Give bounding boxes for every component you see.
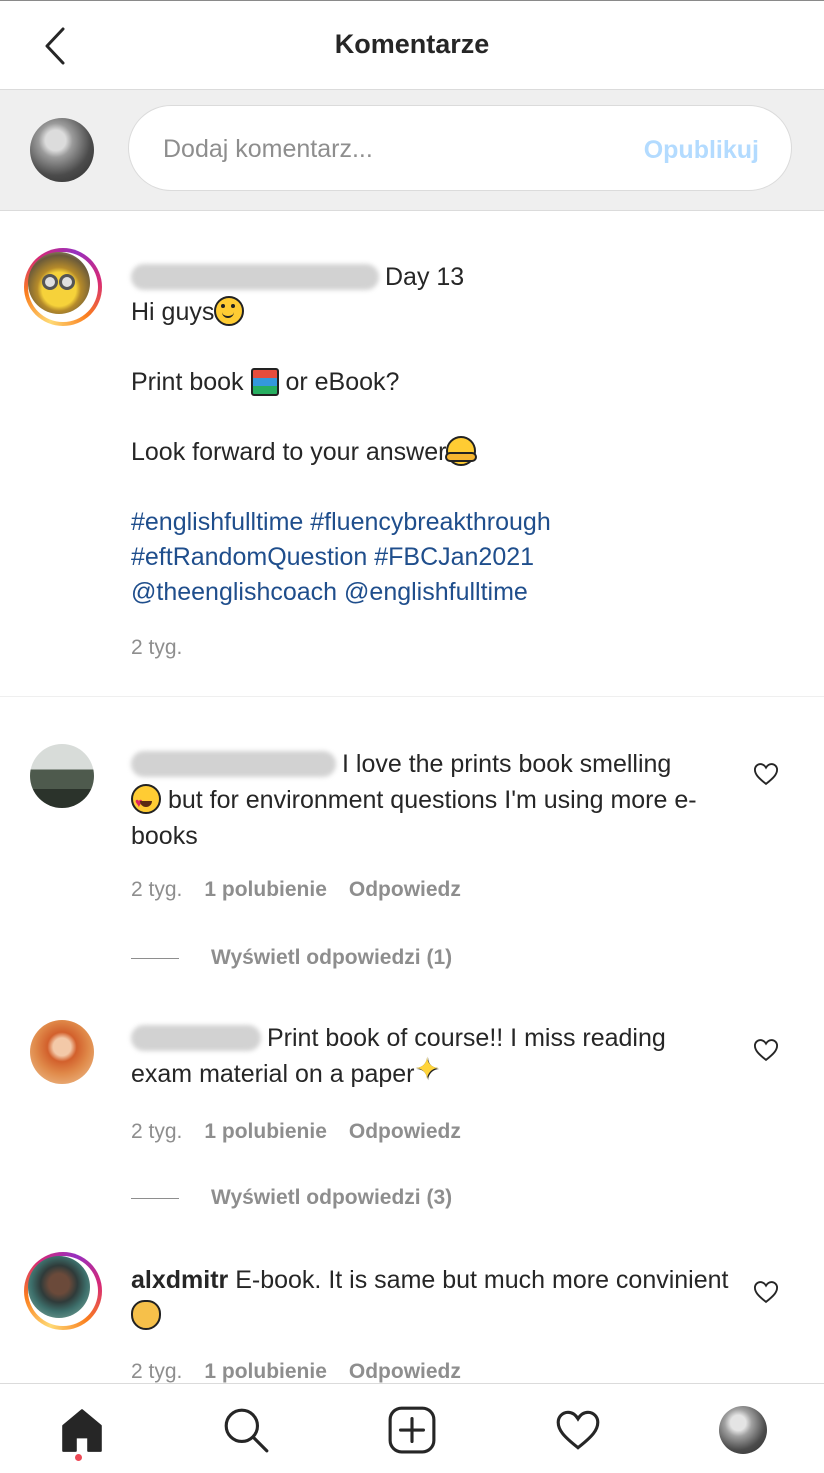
- smiling-face-emoji-icon: [214, 296, 245, 326]
- nav-new-post-button[interactable]: [384, 1402, 440, 1458]
- post-caption: Day 13 Hi guys Print book or eBook? Look…: [0, 212, 824, 697]
- notification-dot: [75, 1454, 82, 1461]
- comment-timestamp: 2 tyg.: [131, 1360, 183, 1383]
- publish-button[interactable]: Opublikuj: [644, 136, 759, 165]
- like-heart-icon[interactable]: [752, 760, 780, 788]
- comment-timestamp: 2 tyg.: [131, 878, 183, 901]
- like-heart-icon[interactable]: [752, 1036, 780, 1064]
- comment-text: alxdmitr E-book. It is same but much mor…: [131, 1262, 731, 1334]
- likes-count[interactable]: 1 polubienie: [204, 878, 327, 901]
- commenter-avatar-story-ring[interactable]: [24, 1252, 102, 1330]
- nav-activity-button[interactable]: [550, 1402, 606, 1458]
- header: Komentarze: [0, 1, 824, 90]
- comment-timestamp: 2 tyg.: [131, 1120, 183, 1143]
- nav-profile-button[interactable]: [715, 1402, 771, 1458]
- comment-text: I love the prints book smelling but for …: [131, 746, 731, 854]
- like-heart-icon[interactable]: [752, 1278, 780, 1306]
- caption-text: Day 13 Hi guys Print book or eBook? Look…: [131, 263, 551, 606]
- blurred-username[interactable]: [131, 1025, 261, 1051]
- comment-meta: 2 tyg. 1 polubienie Odpowiedz: [131, 1360, 483, 1384]
- heart-eyes-emoji-icon: [131, 784, 161, 821]
- nav-search-button[interactable]: [218, 1402, 274, 1458]
- blurred-username[interactable]: [131, 264, 379, 290]
- comment-meta: 2 tyg. 1 polubienie Odpowiedz: [131, 878, 483, 902]
- home-icon: [62, 1409, 102, 1452]
- current-user-avatar: [30, 118, 94, 182]
- comment-username[interactable]: alxdmitr: [131, 1266, 228, 1294]
- likes-count[interactable]: 1 polubienie: [204, 1360, 327, 1383]
- author-avatar: [28, 252, 90, 314]
- reply-button[interactable]: Odpowiedz: [349, 1360, 461, 1383]
- hugging-face-emoji-icon: [445, 436, 478, 466]
- hashtag-link[interactable]: #FBCJan2021: [374, 543, 534, 571]
- commenter-avatar: [28, 1256, 90, 1318]
- comment-input-box: Opublikuj: [128, 105, 792, 192]
- comment-text: Print book of course!! I miss reading ex…: [131, 1020, 731, 1092]
- reply-button[interactable]: Odpowiedz: [349, 878, 461, 901]
- view-replies-button[interactable]: Wyświetl odpowiedzi (1): [131, 946, 452, 970]
- books-emoji-icon: [250, 368, 279, 396]
- page-title: Komentarze: [334, 29, 490, 59]
- activity-heart-icon: [556, 1410, 600, 1450]
- mention-link[interactable]: @theenglishcoach: [131, 578, 337, 606]
- search-icon: [224, 1408, 269, 1453]
- mention-link[interactable]: @englishfulltime: [344, 578, 528, 606]
- profile-avatar: [719, 1406, 767, 1454]
- bottom-navigation: [0, 1383, 824, 1473]
- hashtag-link[interactable]: #fluencybreakthrough: [310, 508, 550, 536]
- commenter-avatar[interactable]: [30, 1020, 94, 1084]
- comment-composer: Opublikuj: [0, 90, 824, 211]
- likes-count[interactable]: 1 polubienie: [204, 1120, 327, 1143]
- view-replies-button[interactable]: Wyświetl odpowiedzi (3): [131, 1186, 452, 1210]
- clapping-hands-emoji-icon: [131, 1300, 161, 1330]
- comment-input[interactable]: [161, 106, 625, 192]
- commenter-avatar[interactable]: [30, 744, 94, 808]
- nav-home-button[interactable]: [54, 1402, 110, 1458]
- blurred-username[interactable]: [131, 751, 336, 777]
- comment-meta: 2 tyg. 1 polubienie Odpowiedz: [131, 1120, 483, 1144]
- sparkles-emoji-icon: [414, 1052, 444, 1088]
- new-post-icon: [388, 1406, 436, 1454]
- hashtag-link[interactable]: #englishfulltime: [131, 508, 303, 536]
- author-avatar-story-ring[interactable]: [24, 248, 102, 326]
- caption-timestamp: 2 tyg.: [131, 636, 183, 659]
- reply-button[interactable]: Odpowiedz: [349, 1120, 461, 1143]
- hashtag-link[interactable]: #eftRandomQuestion: [131, 543, 367, 571]
